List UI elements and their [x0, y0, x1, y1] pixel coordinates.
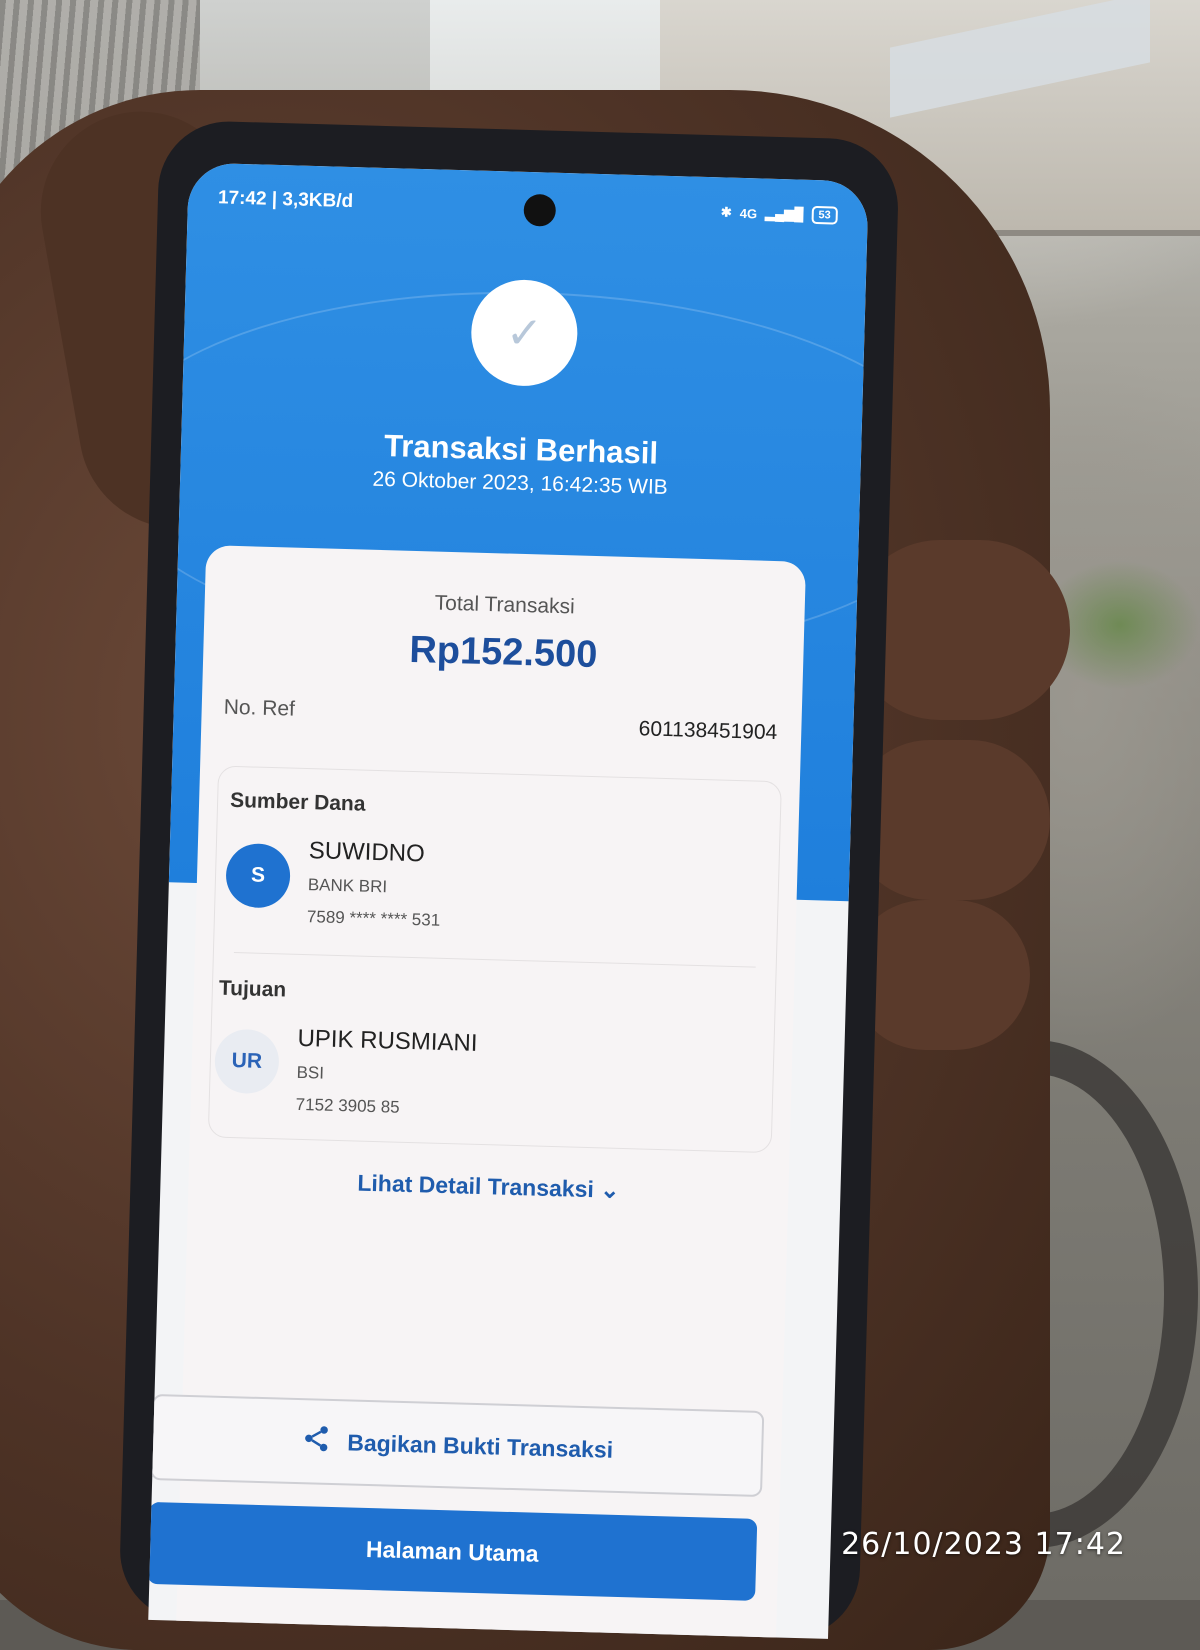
- status-icons: ✱ 4G ▂▄▆█ 53: [720, 203, 838, 225]
- total-amount: Rp152.500: [408, 628, 598, 677]
- destination-account: 7152 3905 85: [295, 1094, 400, 1117]
- home-button-label: Halaman Utama: [365, 1535, 539, 1567]
- destination-avatar: UR: [214, 1028, 280, 1095]
- source-name: SUWIDNO: [308, 837, 426, 868]
- home-button[interactable]: Halaman Utama: [148, 1501, 758, 1601]
- network-type: 4G: [739, 205, 758, 221]
- source-account: 7589 **** **** 531: [306, 907, 441, 930]
- share-receipt-label: Bagikan Bukti Transaksi: [346, 1428, 614, 1463]
- destination-name: UPIK RUSMIANI: [297, 1024, 478, 1057]
- ref-value: 601138451904: [638, 717, 778, 745]
- status-time-speed: 17:42 | 3,3KB/d: [217, 187, 354, 213]
- source-label: Sumber Dana: [229, 788, 366, 816]
- phone: 17:42 | 3,3KB/d ✱ 4G ▂▄▆█ 53 ✓ Transaksi…: [118, 119, 900, 1640]
- source-avatar: S: [225, 842, 291, 909]
- view-detail-label: Lihat Detail Transaksi: [357, 1169, 595, 1203]
- accounts-panel: Sumber Dana S SUWIDNO BANK BRI 7589 ****…: [207, 765, 782, 1154]
- photo-timestamp: 26/10/2023 17:42: [841, 1527, 1126, 1562]
- destination-bank: BSI: [296, 1062, 325, 1083]
- total-label: Total Transaksi: [434, 591, 576, 619]
- chevron-down-icon: ⌄: [599, 1176, 620, 1203]
- bluetooth-icon: ✱: [720, 204, 732, 220]
- view-detail-link[interactable]: Lihat Detail Transaksi ⌄: [188, 1165, 789, 1209]
- divider: [233, 952, 756, 968]
- share-icon: [301, 1423, 332, 1461]
- share-receipt-button[interactable]: Bagikan Bukti Transaksi: [150, 1393, 765, 1498]
- signal-icon: ▂▄▆█: [764, 205, 804, 222]
- source-bank: BANK BRI: [307, 875, 388, 897]
- ref-label: No. Ref: [223, 695, 296, 721]
- phone-screen: 17:42 | 3,3KB/d ✱ 4G ▂▄▆█ 53 ✓ Transaksi…: [148, 162, 869, 1639]
- destination-label: Tujuan: [218, 976, 287, 1002]
- battery-icon: 53: [811, 205, 838, 225]
